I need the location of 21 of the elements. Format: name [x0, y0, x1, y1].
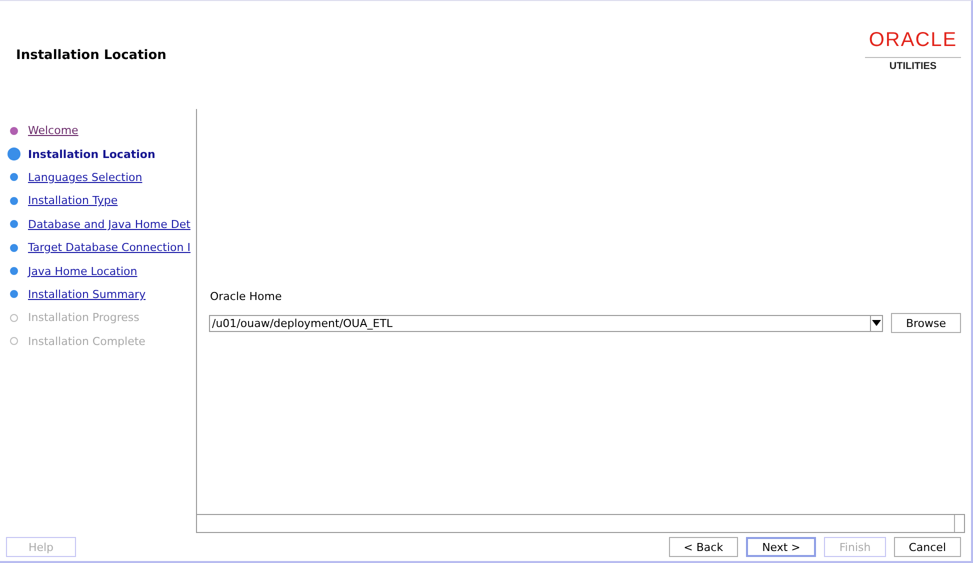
step-node-icon	[7, 147, 21, 162]
logo-product: UTILITIES	[889, 60, 937, 72]
step-link[interactable]: Installation Summary	[28, 288, 146, 301]
step-link[interactable]: Languages Selection	[28, 170, 142, 184]
field-label: Oracle Home	[210, 290, 283, 303]
oracle-home-field[interactable]: /u01/ouaw/deployment/OUA_ETL	[209, 314, 871, 332]
step-link[interactable]: Database and Java Home Det	[28, 218, 190, 231]
step-link[interactable]: Installation Location	[28, 148, 156, 161]
dropdown-button[interactable]	[870, 314, 883, 332]
message-field[interactable]	[196, 514, 965, 533]
step-link[interactable]: Java Home Location	[28, 264, 138, 278]
logo-brand: ORACLE	[865, 28, 961, 58]
wizard-button[interactable]: Cancel	[894, 537, 961, 557]
wizard-button[interactable]: < Back	[668, 537, 738, 557]
page-title: Installation Location	[16, 48, 166, 62]
dropdown-icon	[872, 320, 881, 326]
step-link[interactable]: Target Database Connection I	[28, 241, 190, 254]
step-link[interactable]: Installation Type	[28, 194, 118, 208]
wizard-button[interactable]: Next >	[746, 537, 816, 557]
step-link[interactable]: Welcome	[28, 124, 78, 138]
browse-button[interactable]: Browse	[890, 313, 961, 333]
